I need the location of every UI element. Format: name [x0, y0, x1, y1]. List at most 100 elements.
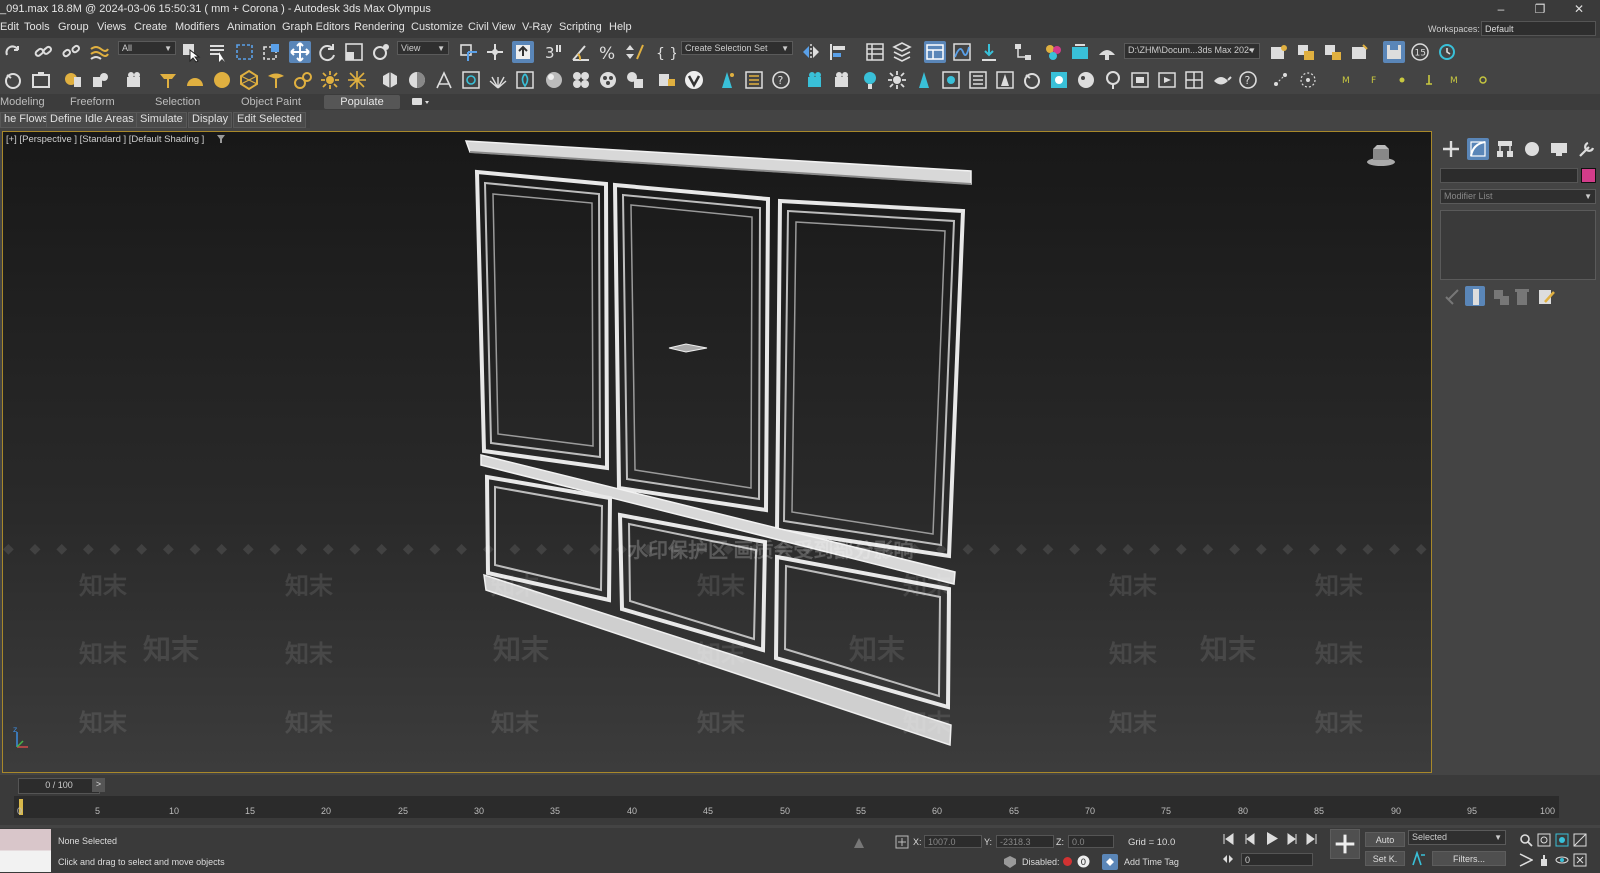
field-of-view-icon[interactable] — [1519, 853, 1534, 867]
close-button[interactable]: ✕ — [1562, 0, 1596, 19]
menu-group[interactable]: Group — [58, 21, 89, 33]
tab-selection[interactable]: Selection — [155, 96, 200, 108]
corona-scatter-icon[interactable] — [913, 69, 935, 91]
zoom-extents-all-icon[interactable] — [1573, 833, 1587, 847]
key-tangent-icon[interactable] — [1411, 850, 1427, 867]
next-frame-icon[interactable] — [1286, 833, 1298, 845]
render-frame-icon[interactable] — [2, 69, 24, 91]
vray-volume-icon[interactable] — [514, 69, 536, 91]
toggle-ribbon-icon[interactable] — [924, 41, 946, 63]
menu-create[interactable]: Create — [134, 21, 167, 33]
time-slider[interactable]: 0 / 100 — [18, 778, 100, 794]
select-object-icon[interactable] — [180, 41, 202, 63]
use-pivot-point-icon[interactable] — [457, 41, 479, 63]
menu-help[interactable]: Help — [609, 21, 632, 33]
corona-decal-icon[interactable] — [994, 69, 1016, 91]
viewport-label-menu[interactable]: [+] [Perspective ] [Standard ] [Default … — [6, 134, 204, 145]
dope-sheet-icon[interactable] — [978, 41, 1000, 63]
corona-help-icon[interactable]: ? — [1237, 69, 1259, 91]
z-coord-field[interactable]: 0.0 — [1068, 835, 1114, 848]
zoom-icon[interactable] — [1519, 833, 1533, 847]
selection-filter-select[interactable]: All ▼ — [118, 41, 176, 55]
ambient-light-icon[interactable] — [292, 69, 314, 91]
mesh-light-icon[interactable] — [238, 69, 260, 91]
chaos-scatter-icon[interactable] — [716, 69, 738, 91]
open-explorer-icon[interactable] — [1268, 41, 1290, 63]
project-explorer-icon[interactable] — [1295, 41, 1317, 63]
isolate-selection-icon[interactable] — [852, 836, 866, 850]
make-unique-icon[interactable] — [1490, 286, 1509, 305]
vray-camera-icon[interactable] — [124, 69, 146, 91]
script-tool-o-icon[interactable] — [1472, 69, 1494, 91]
corona-converter-icon[interactable] — [1102, 69, 1124, 91]
bind-space-warp-icon[interactable] — [88, 41, 110, 63]
edit-named-selection-icon[interactable]: { } — [654, 41, 676, 63]
corona-sun-icon[interactable] — [886, 69, 908, 91]
play-icon[interactable] — [1264, 831, 1279, 846]
y-coord-field[interactable]: -2318.3 — [996, 835, 1054, 848]
vertex-tool-icon[interactable] — [1270, 69, 1292, 91]
render-setup-icon[interactable] — [1069, 41, 1091, 63]
time-tag-icon[interactable] — [1102, 854, 1118, 870]
spinner-snap-icon[interactable] — [624, 41, 646, 63]
vray-object-props-icon[interactable] — [656, 69, 678, 91]
key-filter-select[interactable]: Selected ▼ — [1408, 830, 1506, 845]
ribbon-define-idle-areas-button[interactable]: Define Idle Areas — [46, 112, 138, 128]
ribbon-edit-selected-button[interactable]: Edit Selected — [233, 112, 306, 128]
tab-modeling[interactable]: Modeling — [0, 96, 45, 108]
orbit-icon[interactable] — [1555, 853, 1569, 867]
script-tool-m-icon[interactable]: M — [1337, 69, 1359, 91]
ribbon-flows-button[interactable]: he Flows — [0, 112, 53, 128]
ribbon-options-icon[interactable] — [410, 96, 432, 108]
perspective-viewport[interactable]: z ◆ ◆ ◆ ◆ ◆ ◆ ◆ ◆ ◆ ◆ ◆ ◆ ◆ ◆ ◆ ◆ ◆ ◆ ◆ … — [2, 131, 1432, 773]
set-key-mode-icon[interactable] — [1330, 829, 1360, 859]
object-list-icon[interactable] — [743, 69, 765, 91]
ribbon-simulate-button[interactable]: Simulate — [136, 112, 187, 128]
script-tool-dot-icon[interactable] — [1391, 69, 1413, 91]
corona-proxy-icon[interactable] — [940, 69, 962, 91]
auto-key-button[interactable]: Auto — [1365, 832, 1405, 847]
menu-views[interactable]: Views — [97, 21, 126, 33]
vantage-icon[interactable] — [683, 69, 705, 91]
tab-object-paint[interactable]: Object Paint — [241, 96, 301, 108]
script-tool-up-icon[interactable] — [1418, 69, 1440, 91]
window-crossing-icon[interactable] — [261, 41, 283, 63]
clock-icon[interactable] — [1436, 41, 1458, 63]
ies-light-icon[interactable] — [265, 69, 287, 91]
tab-populate[interactable]: Populate — [324, 95, 400, 109]
key-filters-button[interactable]: Filters... — [1432, 851, 1506, 866]
material-converter-icon[interactable] — [624, 69, 646, 91]
menu-scripting[interactable]: Scripting — [559, 21, 602, 33]
vray-mesh-icon[interactable] — [460, 69, 482, 91]
corona-viewport-icon[interactable] — [1156, 69, 1178, 91]
corona-light-icon[interactable] — [859, 69, 881, 91]
select-by-name-icon[interactable] — [207, 41, 229, 63]
previous-frame-icon[interactable] — [1244, 833, 1256, 845]
material-editor-icon[interactable] — [1042, 41, 1064, 63]
material-library-icon[interactable] — [597, 69, 619, 91]
corona-material-icon[interactable] — [1075, 69, 1097, 91]
unlink-icon[interactable] — [60, 41, 82, 63]
remove-modifier-icon[interactable] — [1511, 286, 1529, 305]
menu-modifiers[interactable]: Modifiers — [175, 21, 220, 33]
corona-camera-mod-icon[interactable] — [832, 69, 854, 91]
layer-explorer-icon[interactable] — [891, 41, 913, 63]
modify-panel-icon[interactable] — [1467, 138, 1489, 160]
utilities-panel-icon[interactable] — [1575, 138, 1597, 160]
pin-stack-icon[interactable] — [1442, 286, 1460, 305]
multi-material-icon[interactable] — [570, 69, 592, 91]
scene-explorer-icon[interactable] — [864, 41, 886, 63]
corona-fb-icon[interactable] — [1021, 69, 1043, 91]
viewcube-icon[interactable] — [1367, 145, 1395, 166]
menu-animation[interactable]: Animation — [227, 21, 276, 33]
menu-graph-editors[interactable]: Graph Editors — [282, 21, 350, 33]
time-slider-next-button[interactable]: > — [92, 778, 105, 792]
light-lister-icon[interactable] — [157, 69, 179, 91]
menu-edit[interactable]: Edit — [0, 21, 19, 33]
menu-tools[interactable]: Tools — [24, 21, 50, 33]
object-color-swatch[interactable] — [1581, 168, 1596, 183]
adaptive-degradation-icon[interactable] — [1003, 855, 1017, 869]
x-coord-field[interactable]: 1007.0 — [924, 835, 982, 848]
corona-grid-icon[interactable] — [1183, 69, 1205, 91]
absolute-mode-icon[interactable] — [895, 835, 909, 849]
